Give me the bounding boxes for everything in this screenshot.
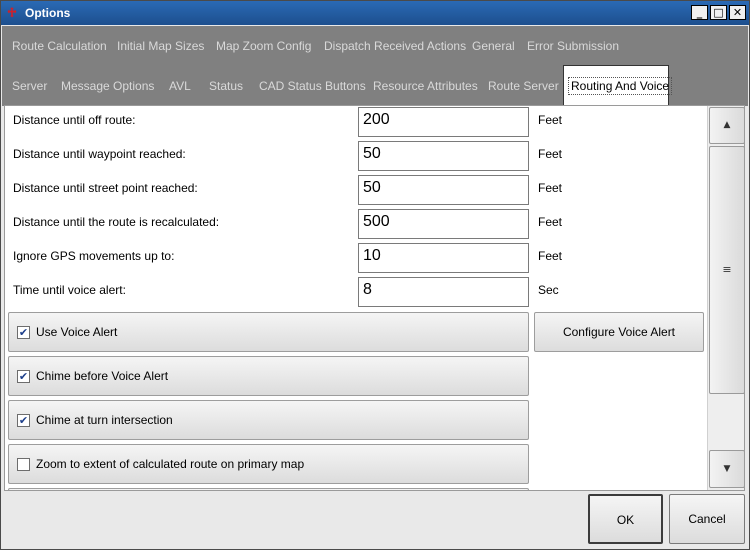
- tab-routing-and-voice[interactable]: Routing And Voice: [563, 65, 673, 106]
- tab-message-options[interactable]: Message Options: [57, 66, 158, 106]
- tab-initial-map-sizes[interactable]: Initial Map Sizes: [113, 26, 208, 66]
- scroll-thumb-grip-icon[interactable]: ≡: [709, 146, 744, 394]
- tab-dispatch-received-actions[interactable]: Dispatch Received Actions: [320, 26, 470, 66]
- tab-cad-status-buttons[interactable]: CAD Status Buttons: [255, 66, 370, 106]
- field-street-point-reached: Distance until street point reached: 50 …: [5, 174, 705, 208]
- checkbox-chime-at-turn[interactable]: ✔: [17, 414, 30, 427]
- tab-server[interactable]: Server: [8, 66, 51, 106]
- scroll-up-icon[interactable]: ▲: [709, 107, 744, 144]
- checkbox-label: Chime before Voice Alert: [36, 369, 169, 383]
- app-icon: ♱: [7, 5, 17, 20]
- waypoint-reached-input[interactable]: 50: [358, 141, 529, 171]
- tab-resource-attributes[interactable]: Resource Attributes: [369, 66, 482, 106]
- field-unit: Feet: [538, 147, 563, 161]
- field-label: Time until voice alert:: [13, 283, 126, 297]
- active-tab-label: Routing And Voice: [568, 77, 673, 95]
- cancel-button[interactable]: Cancel: [669, 494, 745, 544]
- zoom-to-route-toggle[interactable]: Zoom to extent of calculated route on pr…: [8, 444, 529, 484]
- field-unit: Feet: [538, 181, 563, 195]
- use-voice-alert-toggle[interactable]: ✔ Use Voice Alert: [8, 312, 529, 352]
- field-label: Distance until street point reached:: [13, 181, 198, 195]
- ignore-gps-input[interactable]: 10: [358, 243, 529, 273]
- field-ignore-gps: Ignore GPS movements up to: 10 Feet: [5, 242, 705, 276]
- checkbox-label: Zoom to extent of calculated route on pr…: [36, 457, 305, 471]
- street-point-reached-input[interactable]: 50: [358, 175, 529, 205]
- title-bar: ♱ Options _ □ ✕: [1, 1, 749, 25]
- route-recalculated-input[interactable]: 500: [358, 209, 529, 239]
- tab-status[interactable]: Status: [205, 66, 247, 106]
- field-label: Distance until off route:: [13, 113, 136, 127]
- configure-voice-alert-button[interactable]: Configure Voice Alert: [534, 312, 704, 352]
- checkbox-label: Chime at turn intersection: [36, 413, 173, 427]
- partially-visible-option[interactable]: [8, 488, 529, 490]
- tab-row-1: Route Calculation Initial Map Sizes Map …: [2, 26, 748, 66]
- off-route-input[interactable]: 200: [358, 107, 529, 137]
- field-route-recalculated: Distance until the route is recalculated…: [5, 208, 705, 242]
- field-label: Distance until waypoint reached:: [13, 147, 186, 161]
- tab-error-submission[interactable]: Error Submission: [523, 26, 623, 66]
- field-unit: Feet: [538, 113, 563, 127]
- scroll-down-icon[interactable]: ▼: [709, 450, 744, 488]
- options-window: ♱ Options _ □ ✕ Route Calculation Initia…: [0, 0, 750, 550]
- field-off-route: Distance until off route: 200 Feet: [5, 106, 705, 140]
- ok-button[interactable]: OK: [588, 494, 663, 544]
- tab-route-server[interactable]: Route Server: [484, 66, 563, 106]
- field-waypoint-reached: Distance until waypoint reached: 50 Feet: [5, 140, 705, 174]
- checkbox-chime-before-voice-alert[interactable]: ✔: [17, 370, 30, 383]
- checkbox-zoom-to-route[interactable]: [17, 458, 30, 471]
- checkbox-use-voice-alert[interactable]: ✔: [17, 326, 30, 339]
- maximize-button[interactable]: □: [710, 5, 727, 20]
- tab-route-calculation[interactable]: Route Calculation: [8, 26, 111, 66]
- window-title: Options: [25, 6, 71, 20]
- field-unit: Sec: [538, 283, 559, 297]
- vertical-scrollbar[interactable]: ▲ ≡ ▼: [707, 106, 744, 490]
- tab-avl[interactable]: AVL: [165, 66, 195, 106]
- voice-alert-time-input[interactable]: 8: [358, 277, 529, 307]
- tab-general[interactable]: General: [468, 26, 519, 66]
- chime-at-turn-toggle[interactable]: ✔ Chime at turn intersection: [8, 400, 529, 440]
- chime-before-voice-alert-toggle[interactable]: ✔ Chime before Voice Alert: [8, 356, 529, 396]
- checkbox-label: Use Voice Alert: [36, 325, 118, 339]
- tab-map-zoom-config[interactable]: Map Zoom Config: [212, 26, 315, 66]
- close-button[interactable]: ✕: [729, 5, 746, 20]
- field-label: Distance until the route is recalculated…: [13, 215, 220, 229]
- field-unit: Feet: [538, 249, 563, 263]
- field-label: Ignore GPS movements up to:: [13, 249, 175, 263]
- tab-row-2: Server Message Options AVL Status CAD St…: [2, 65, 748, 106]
- field-unit: Feet: [538, 215, 563, 229]
- minimize-button[interactable]: _: [691, 5, 708, 20]
- routing-voice-panel: Distance until off route: 200 Feet Dista…: [4, 105, 745, 491]
- field-voice-alert-time: Time until voice alert: 8 Sec: [5, 276, 705, 310]
